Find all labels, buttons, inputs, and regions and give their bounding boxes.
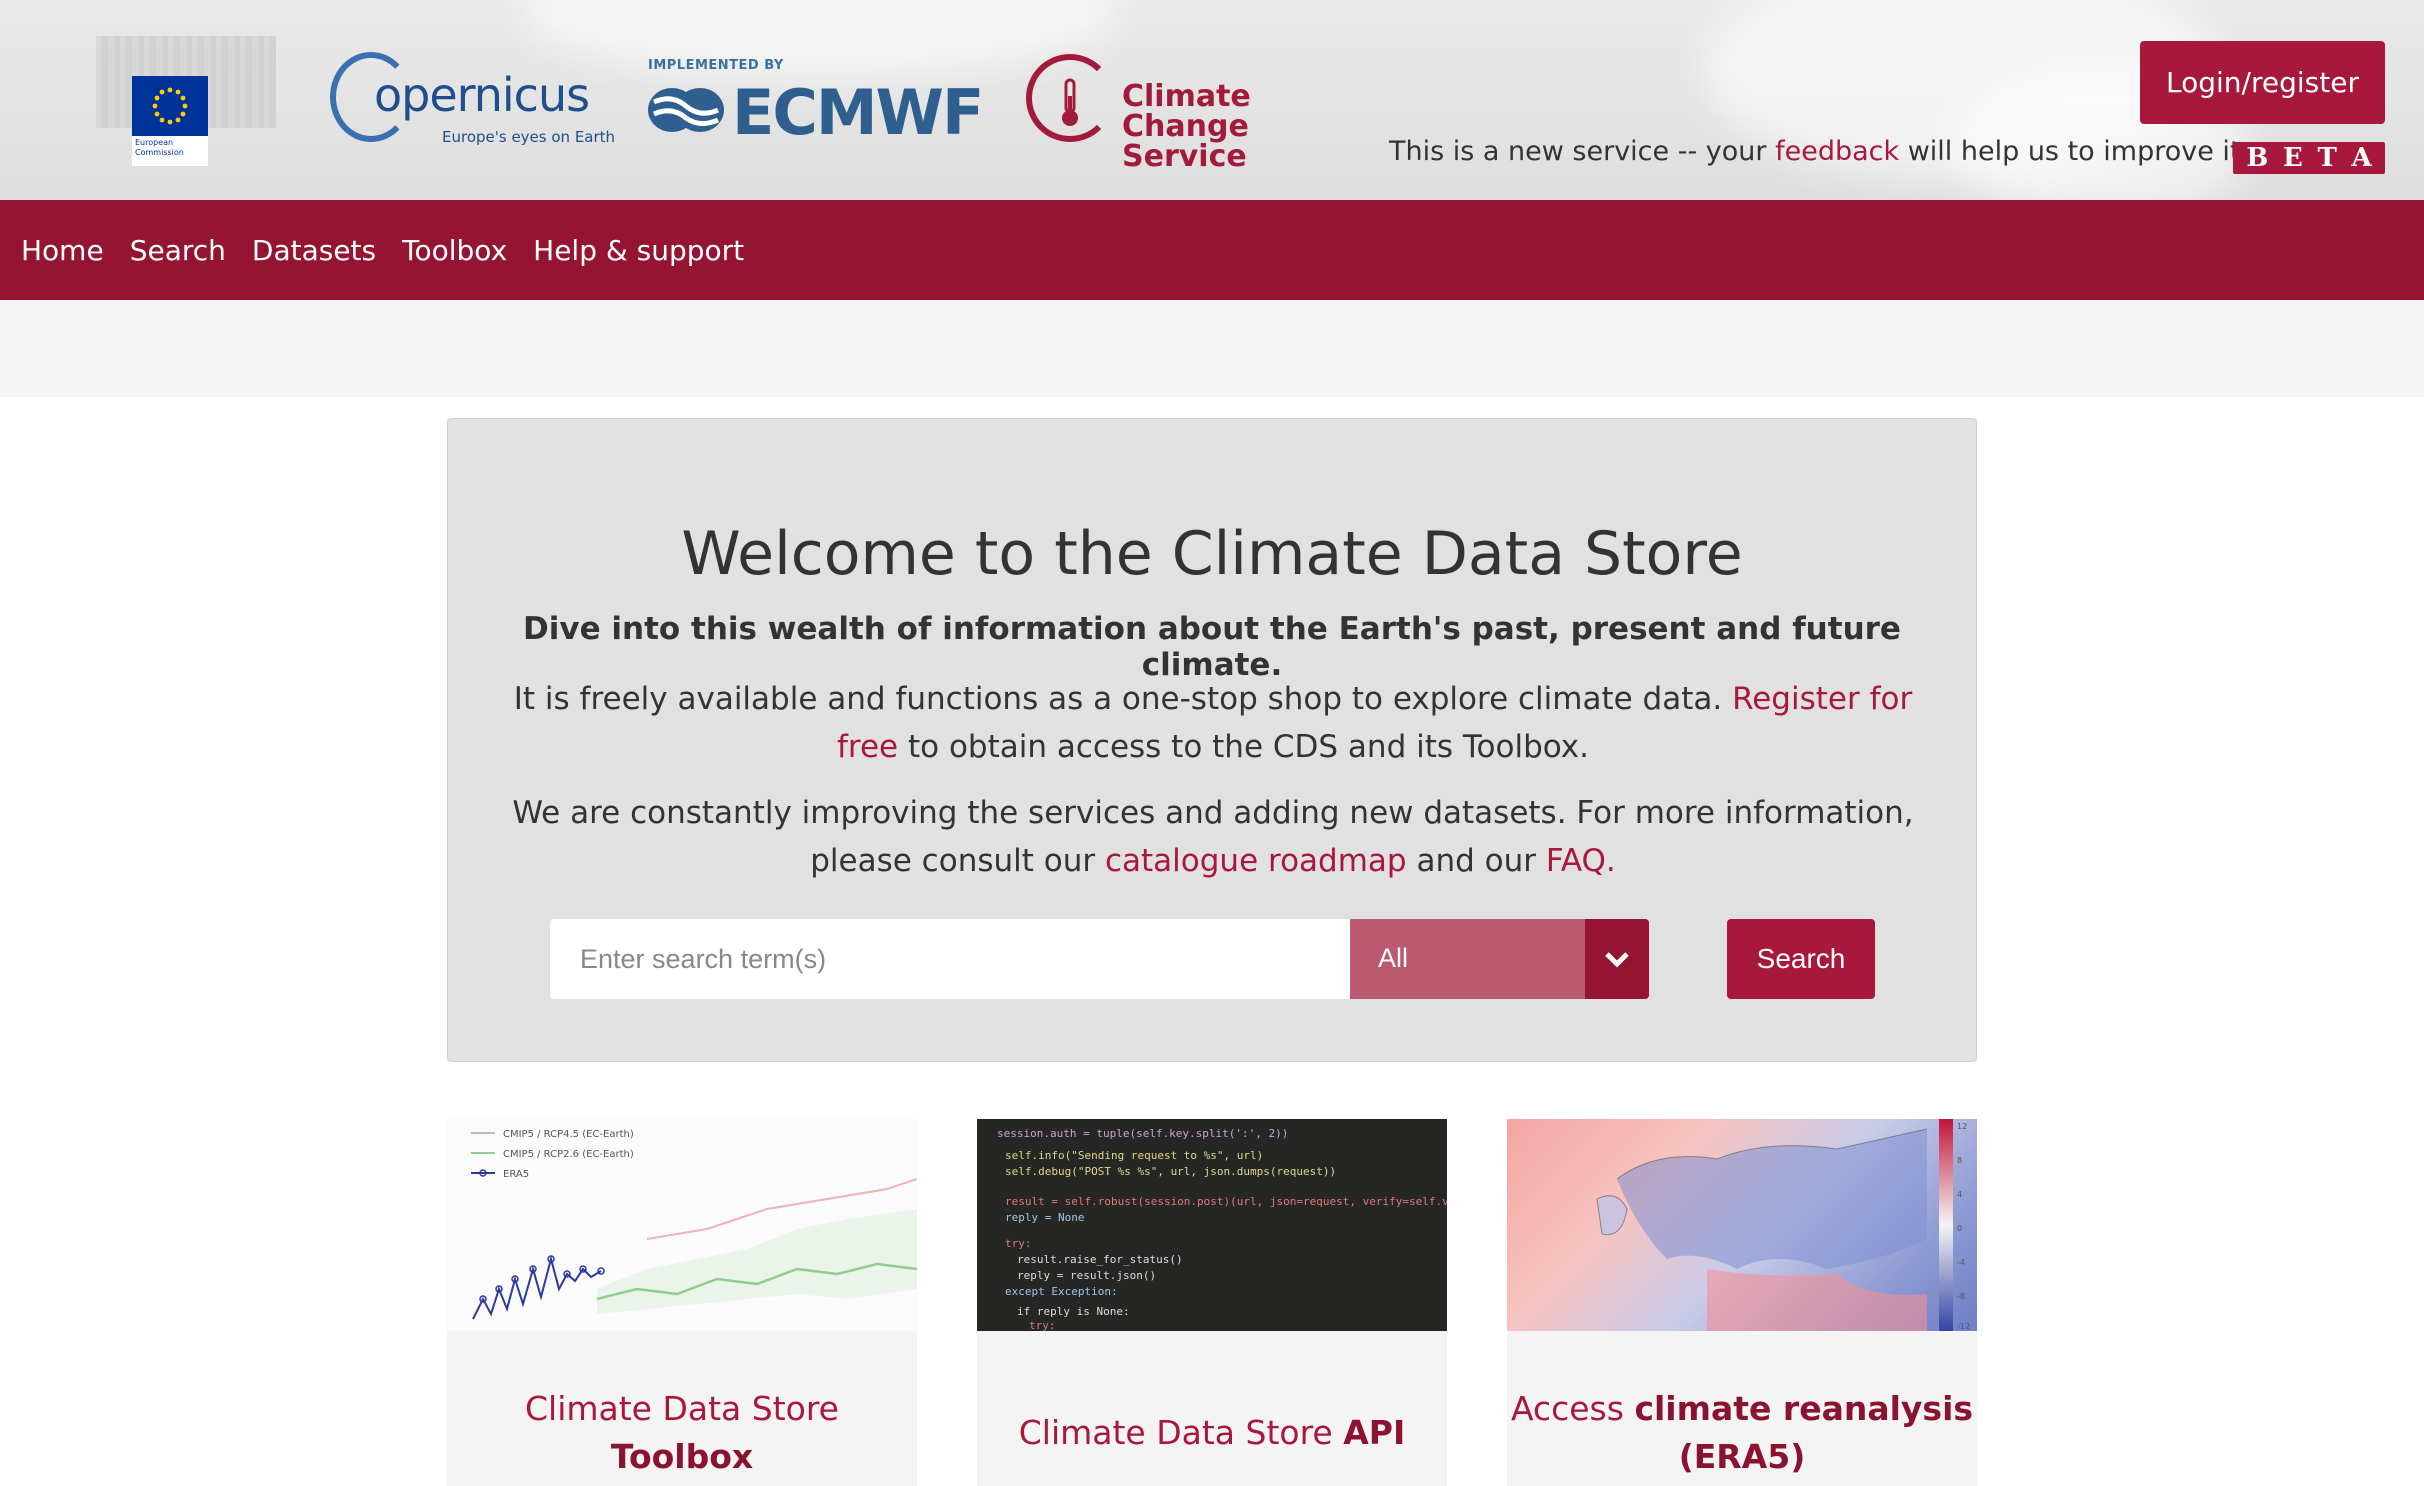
scale-label: 12	[1957, 1122, 1967, 1131]
ccs-line-1: Climate Change	[1122, 79, 1251, 144]
p1-text: It is freely available and functions as …	[513, 681, 1733, 717]
beta-letter: A	[2351, 143, 2372, 173]
copernicus-wordmark: opernicus	[374, 68, 590, 122]
feedback-link[interactable]: feedback	[1775, 136, 1899, 167]
search-button[interactable]: Search	[1727, 919, 1875, 999]
chevron-down-icon[interactable]	[1585, 919, 1649, 999]
ecmwf-logo[interactable]: IMPLEMENTED BY ECMWF	[644, 56, 984, 149]
scale-label: 4	[1957, 1190, 1962, 1199]
thermometer-icon	[1062, 78, 1078, 126]
welcome-panel: Welcome to the Climate Data Store Dive i…	[447, 418, 1977, 1062]
api-thumbnail: session.auth = tuple(self.key.split(':',…	[977, 1119, 1447, 1331]
site-header: European Commission opernicus Europe's e…	[0, 0, 2424, 200]
nav-toolbox[interactable]: Toolbox	[402, 234, 507, 267]
beta-feedback-note: This is a new service -- your feedback w…	[1389, 136, 2241, 167]
card-title-bold: climate reanalysis (ERA5)	[1634, 1389, 1974, 1476]
scale-label: 0	[1957, 1224, 1962, 1233]
p1-suffix: to obtain access to the CDS and its Tool…	[898, 729, 1589, 765]
copernicus-tagline: Europe's eyes on Earth	[442, 128, 616, 146]
p2-mid: and our	[1406, 843, 1546, 879]
copernicus-logo[interactable]: opernicus Europe's eyes on Earth	[330, 46, 615, 150]
hero-paragraph-roadmap: We are constantly improving the services…	[488, 789, 1938, 885]
nav-help-support[interactable]: Help & support	[533, 234, 744, 267]
page-title: Welcome to the Climate Data Store	[681, 519, 1743, 589]
nav-datasets[interactable]: Datasets	[252, 234, 376, 267]
ecmwf-wordmark: ECMWF	[732, 76, 984, 149]
beta-letter: B	[2246, 143, 2269, 173]
toolbox-card[interactable]: CMIP5 / RCP4.5 (EC-Earth) CMIP5 / RCP2.6…	[447, 1119, 917, 1486]
login-register-button[interactable]: Login/register	[2140, 41, 2385, 124]
ec-logo-text: European Commission	[132, 136, 208, 166]
climate-change-service-logo[interactable]: Climate Change Service	[1022, 50, 1342, 172]
scale-label: 8	[1957, 1156, 1962, 1165]
legend-era5: ERA5	[503, 1169, 529, 1180]
card-title-plain: Climate Data Store	[525, 1389, 839, 1428]
beta-note-prefix: This is a new service -- your	[1389, 136, 1776, 167]
legend-rcp45: CMIP5 / RCP4.5 (EC-Earth)	[503, 1129, 634, 1140]
scale-label: -12	[1957, 1322, 1970, 1331]
toolbox-thumbnail: CMIP5 / RCP4.5 (EC-Earth) CMIP5 / RCP2.6…	[447, 1119, 917, 1331]
legend-rcp26: CMIP5 / RCP2.6 (EC-Earth)	[503, 1149, 634, 1160]
card-title-bold: Toolbox	[610, 1437, 754, 1476]
era5-thumbnail: 12 8 4 0 -4 -8 -12	[1507, 1119, 1977, 1331]
breadcrumb-bar	[0, 300, 2424, 397]
implemented-by-label: IMPLEMENTED BY	[648, 58, 784, 73]
scale-label: -4	[1957, 1258, 1965, 1267]
nav-search[interactable]: Search	[130, 234, 226, 267]
toolbox-card-title[interactable]: Climate Data Store Toolbox	[447, 1385, 917, 1481]
ccs-line-2: Service	[1122, 139, 1247, 174]
search-form: All Search	[550, 919, 1876, 999]
search-category-select[interactable]: All	[1350, 919, 1649, 999]
card-title-bold: API	[1343, 1413, 1406, 1452]
ccs-wordmark: Climate Change Service	[1122, 82, 1342, 172]
beta-letter: E	[2282, 143, 2303, 173]
catalogue-roadmap-link[interactable]: catalogue roadmap	[1105, 843, 1407, 879]
era5-card[interactable]: 12 8 4 0 -4 -8 -12 Access climate reanal…	[1507, 1119, 1977, 1486]
select-value: All	[1378, 943, 1409, 973]
main-nav: Home Search Datasets Toolbox Help & supp…	[0, 200, 2424, 300]
card-title-plain: Climate Data Store	[1018, 1413, 1344, 1452]
european-commission-logo[interactable]: European Commission	[96, 36, 276, 166]
beta-badge: B E T A	[2233, 142, 2385, 174]
nav-home[interactable]: Home	[21, 234, 104, 267]
beta-letter: T	[2317, 143, 2337, 173]
era5-card-title[interactable]: Access climate reanalysis (ERA5)	[1507, 1385, 1977, 1481]
api-card-title[interactable]: Climate Data Store API	[977, 1409, 1447, 1457]
search-input[interactable]	[550, 919, 1350, 999]
hero-lead: Dive into this wealth of information abo…	[523, 611, 1901, 683]
faq-link[interactable]: FAQ.	[1546, 843, 1616, 879]
ecmwf-mark-icon	[648, 88, 724, 132]
eu-flag-icon	[132, 76, 208, 136]
hero-paragraph-register: It is freely available and functions as …	[488, 675, 1938, 771]
scale-label: -8	[1957, 1292, 1965, 1301]
beta-note-suffix: will help us to improve it	[1899, 136, 2241, 167]
api-card[interactable]: session.auth = tuple(self.key.split(':',…	[977, 1119, 1447, 1486]
card-title-plain: Access	[1510, 1389, 1635, 1428]
